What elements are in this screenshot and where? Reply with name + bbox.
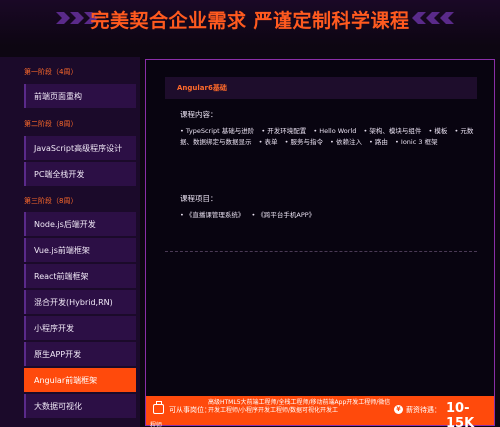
salary-icon: ¥: [394, 405, 403, 414]
content-section-title: 课程内容：: [180, 110, 218, 119]
stage-label-1: 第一阶段（4周）: [24, 68, 78, 76]
course-detail-panel: Angular6基础 课程内容： • TypeScript 基础与进阶 • 开发…: [145, 59, 495, 427]
content-item: • 表单: [258, 138, 278, 146]
content-item: • Hello World: [313, 127, 357, 135]
content-item: • 依赖注入: [330, 138, 362, 146]
page-header: 完美契合企业需求 严谨定制科学课程: [0, 0, 500, 46]
sidebar-item-nodejs[interactable]: Node.js后端开发: [24, 212, 136, 236]
content-item: • 服务与指令: [284, 138, 323, 146]
content-item: • 模板: [428, 127, 448, 135]
sidebar-item-angular[interactable]: Angular前端框架: [24, 368, 136, 392]
sidebar-item-javascript[interactable]: JavaScript高级程序设计: [24, 136, 136, 160]
stage-label-2: 第二阶段（8周）: [24, 120, 78, 128]
briefcase-icon: [153, 401, 164, 414]
sidebar-item-vuejs[interactable]: Vue.js前端框架: [24, 238, 136, 262]
sidebar-item-native-app[interactable]: 原生APP开发: [24, 342, 136, 366]
chevron-decoration-right-icon: [412, 12, 454, 24]
salary-label: 薪资待遇：: [406, 406, 441, 414]
project-item: • 《直播课管理系统》: [180, 211, 245, 219]
jobs-text-overflow: 程师: [150, 422, 163, 427]
project-item: • 《跨平台手机APP》: [251, 211, 316, 219]
career-footer: 可从事岗位： 高级HTML5大前端工程师/全栈工程师/移动前端App开发工程师/…: [146, 396, 494, 427]
stage-label-3: 第三阶段（8周）: [24, 197, 78, 205]
content-item: • TypeScript 基础与进阶: [180, 127, 255, 135]
sidebar-item-pc-fullstack[interactable]: PC端全栈开发: [24, 162, 136, 186]
content-item: • 架构、模块与组件: [363, 127, 422, 135]
sidebar-item-miniprogram[interactable]: 小程序开发: [24, 316, 136, 340]
course-sidebar: 第一阶段（4周） 前端页面重构 第二阶段（8周） JavaScript高级程序设…: [0, 57, 140, 427]
project-section-title: 课程项目：: [180, 194, 218, 203]
jobs-text: 高级HTML5大前端工程师/全栈工程师/移动前端App开发工程师/微信开发工程师…: [208, 399, 391, 414]
jobs-label: 可从事岗位：: [169, 406, 211, 414]
sidebar-item-frontend-refactor[interactable]: 前端页面重构: [24, 84, 136, 108]
content-list: • TypeScript 基础与进阶 • 开发环境配置 • Hello Worl…: [180, 126, 480, 148]
tab-angular-basics[interactable]: Angular6基础: [165, 77, 477, 99]
sidebar-item-react[interactable]: React前端框架: [24, 264, 136, 288]
content-item: • Ionic 3 框架: [395, 138, 438, 146]
salary-value: 10-15K: [446, 401, 475, 427]
content-item: • 开发环境配置: [261, 127, 307, 135]
project-list: • 《直播课管理系统》 • 《跨平台手机APP》: [180, 210, 480, 221]
content-item: • 路由: [369, 138, 388, 146]
sidebar-item-hybrid[interactable]: 混合开发(Hybrid,RN): [24, 290, 136, 314]
sidebar-item-bigdata-viz[interactable]: 大数据可视化: [24, 394, 136, 418]
section-divider: [165, 251, 477, 252]
